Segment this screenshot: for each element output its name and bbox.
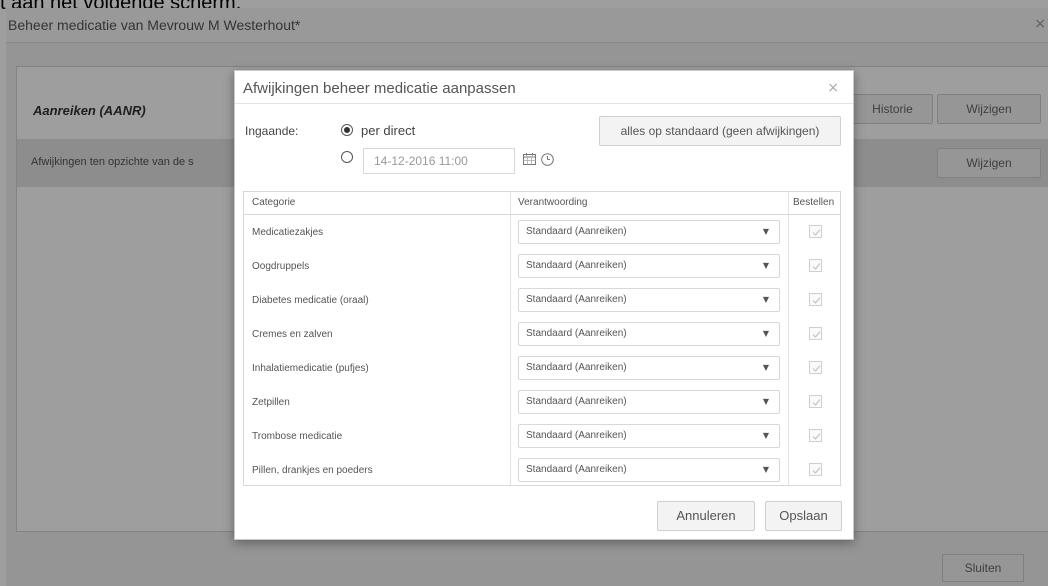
select-value: Standaard (Aanreiken) — [526, 226, 627, 237]
select-value: Standaard (Aanreiken) — [526, 328, 627, 339]
column-header-bestellen: Bestellen — [793, 197, 835, 208]
table-row: Zetpillen Standaard (Aanreiken) ▼ — [244, 386, 840, 420]
per-direct-label[interactable]: per direct — [361, 123, 415, 138]
chevron-down-icon: ▼ — [762, 261, 769, 270]
select-value: Standaard (Aanreiken) — [526, 362, 627, 373]
chevron-down-icon: ▼ — [762, 431, 769, 440]
per-direct-radio[interactable] — [341, 124, 353, 136]
dialog-divider — [235, 103, 853, 104]
bestellen-checkbox[interactable] — [809, 225, 822, 238]
select-value: Standaard (Aanreiken) — [526, 260, 627, 271]
dialog-title: Afwijkingen beheer medicatie aanpassen — [243, 80, 516, 97]
bestellen-checkbox[interactable] — [809, 293, 822, 306]
table-row: Inhalatiemedicatie (pufjes) Standaard (A… — [244, 352, 840, 386]
check-icon — [812, 297, 821, 304]
table-row: Medicatiezakjes Standaard (Aanreiken) ▼ — [244, 216, 840, 250]
bestellen-checkbox[interactable] — [809, 395, 822, 408]
verantwoording-select[interactable]: Standaard (Aanreiken) ▼ — [518, 356, 780, 380]
category-label: Pillen, drankjes en poeders — [252, 465, 373, 476]
bestellen-checkbox[interactable] — [809, 463, 822, 476]
calendar-icon[interactable] — [523, 153, 536, 165]
category-label: Zetpillen — [252, 397, 290, 408]
category-label: Trombose medicatie — [252, 431, 343, 442]
date-radio[interactable] — [341, 151, 353, 163]
table-row: Diabetes medicatie (oraal) Standaard (Aa… — [244, 284, 840, 318]
table-row: Cremes en zalven Standaard (Aanreiken) ▼ — [244, 318, 840, 352]
column-header-categorie: Categorie — [252, 197, 296, 208]
table-row: Pillen, drankjes en poeders Standaard (A… — [244, 454, 840, 488]
verantwoording-select[interactable]: Standaard (Aanreiken) ▼ — [518, 220, 780, 244]
check-icon — [812, 229, 821, 236]
check-icon — [812, 433, 821, 440]
all-standard-button[interactable]: alles op standaard (geen afwijkingen) — [599, 116, 841, 146]
select-value: Standaard (Aanreiken) — [526, 294, 627, 305]
table-row: Trombose medicatie Standaard (Aanreiken)… — [244, 420, 840, 454]
bestellen-checkbox[interactable] — [809, 327, 822, 340]
bestellen-checkbox[interactable] — [809, 259, 822, 272]
select-value: Standaard (Aanreiken) — [526, 464, 627, 475]
select-value: Standaard (Aanreiken) — [526, 396, 627, 407]
chevron-down-icon: ▼ — [762, 227, 769, 236]
categories-grid: Categorie Verantwoording Bestellen Medic… — [243, 191, 841, 486]
check-icon — [812, 263, 821, 270]
chevron-down-icon: ▼ — [762, 295, 769, 304]
category-label: Cremes en zalven — [252, 329, 333, 340]
check-icon — [812, 365, 821, 372]
dialog-close-icon[interactable]: × — [827, 80, 839, 96]
chevron-down-icon: ▼ — [762, 329, 769, 338]
bestellen-checkbox[interactable] — [809, 361, 822, 374]
check-icon — [812, 399, 821, 406]
verantwoording-select[interactable]: Standaard (Aanreiken) ▼ — [518, 424, 780, 448]
check-icon — [812, 467, 821, 474]
bestellen-checkbox[interactable] — [809, 429, 822, 442]
chevron-down-icon: ▼ — [762, 465, 769, 474]
opslaan-button[interactable]: Opslaan — [765, 501, 842, 531]
grid-header: Categorie Verantwoording Bestellen — [244, 192, 840, 215]
ingaande-label: Ingaande: — [245, 124, 299, 138]
table-row: Oogdruppels Standaard (Aanreiken) ▼ — [244, 250, 840, 284]
verantwoording-select[interactable]: Standaard (Aanreiken) ▼ — [518, 458, 780, 482]
category-label: Oogdruppels — [252, 261, 310, 272]
verantwoording-select[interactable]: Standaard (Aanreiken) ▼ — [518, 390, 780, 414]
afwijkingen-dialog: Afwijkingen beheer medicatie aanpassen ×… — [234, 70, 854, 540]
category-label: Inhalatiemedicatie (pufjes) — [252, 363, 369, 374]
verantwoording-select[interactable]: Standaard (Aanreiken) ▼ — [518, 254, 780, 278]
clock-icon[interactable] — [541, 153, 554, 166]
category-label: Diabetes medicatie (oraal) — [252, 295, 369, 306]
category-label: Medicatiezakjes — [252, 227, 324, 238]
chevron-down-icon: ▼ — [762, 363, 769, 372]
verantwoording-select[interactable]: Standaard (Aanreiken) ▼ — [518, 288, 780, 312]
chevron-down-icon: ▼ — [762, 397, 769, 406]
verantwoording-select[interactable]: Standaard (Aanreiken) ▼ — [518, 322, 780, 346]
date-input[interactable]: 14-12-2016 11:00 — [363, 148, 515, 174]
column-header-verantwoording: Verantwoording — [518, 197, 588, 208]
check-icon — [812, 331, 821, 338]
select-value: Standaard (Aanreiken) — [526, 430, 627, 441]
annuleren-button[interactable]: Annuleren — [657, 501, 755, 531]
